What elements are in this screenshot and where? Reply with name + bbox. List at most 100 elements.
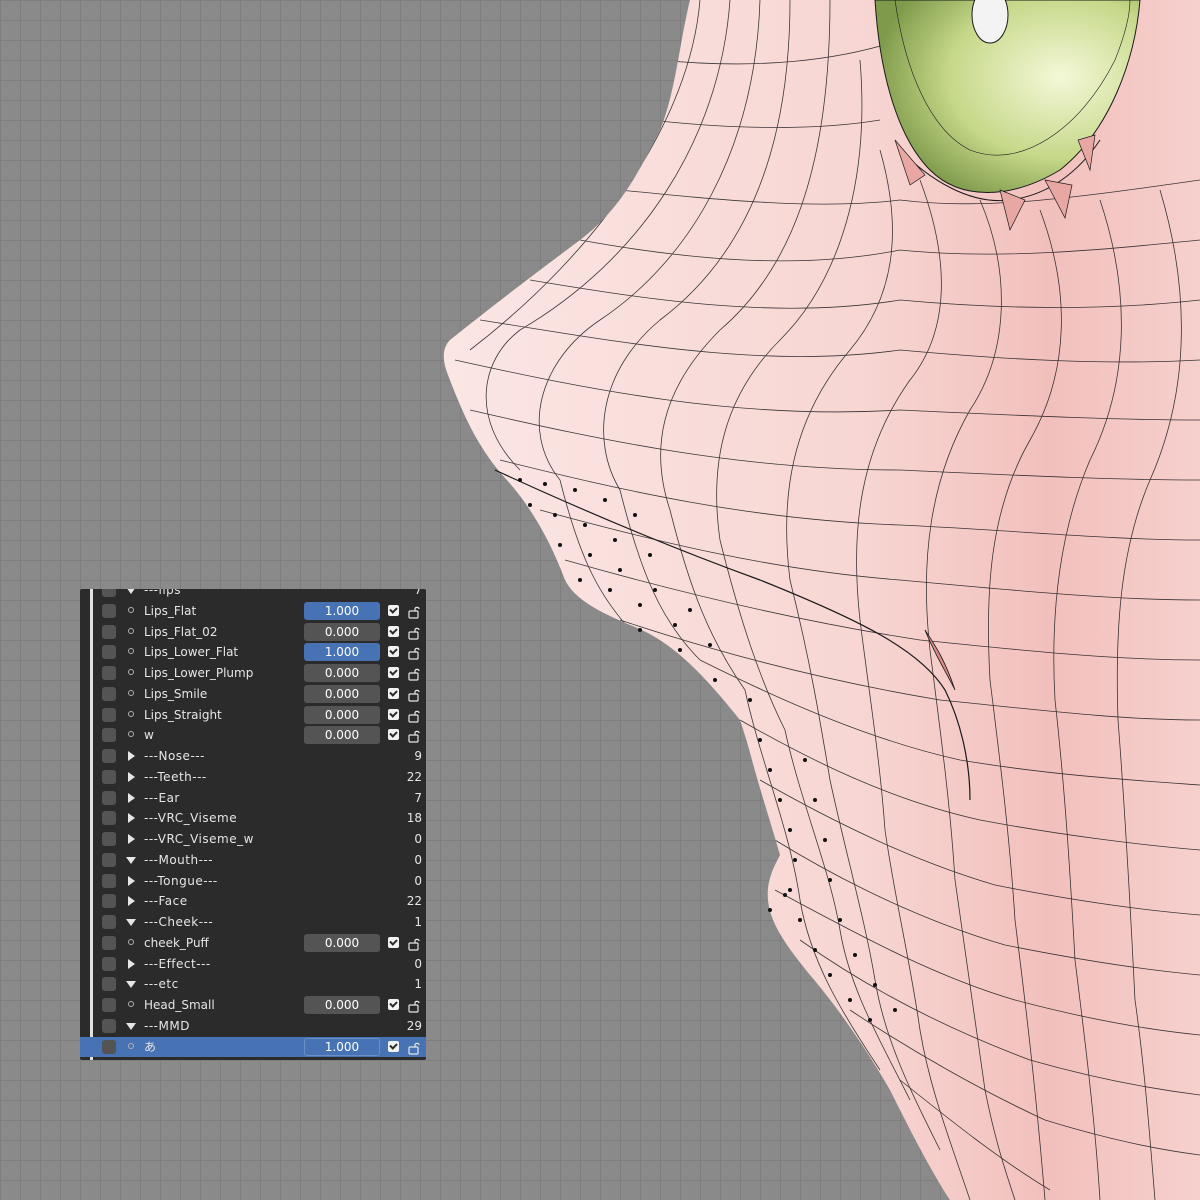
mute-checkbox[interactable] xyxy=(388,936,399,948)
group-count: 0 xyxy=(414,852,422,867)
shape-key-row[interactable]: あ 1.000 xyxy=(80,1036,426,1057)
expand-right-icon[interactable] xyxy=(128,771,135,782)
shape-key-row[interactable]: Head_Small 0.000 xyxy=(80,995,426,1015)
shape-key-group-row[interactable]: ---Tongue--- 0 xyxy=(80,871,426,891)
shape-key-group-row[interactable]: ---lips 7 xyxy=(80,589,426,600)
shape-key-group-row[interactable]: ---Face 22 xyxy=(80,891,426,911)
lock-icon[interactable] xyxy=(407,687,421,702)
shape-keys-panel: ---lips 7 Lips_Flat 1.000 Lips_Flat_02 0.000 L… xyxy=(80,589,426,1060)
value-slider[interactable]: 0.000 xyxy=(304,664,380,682)
row-select-checkbox[interactable] xyxy=(102,956,116,971)
mute-checkbox[interactable] xyxy=(388,999,399,1010)
mute-checkbox[interactable] xyxy=(388,729,399,741)
shape-key-dot-icon xyxy=(128,606,134,613)
shape-key-group-row[interactable]: ---Teeth--- 22 xyxy=(80,767,426,787)
value-slider[interactable]: 0.000 xyxy=(304,705,380,724)
lock-icon[interactable] xyxy=(407,666,421,681)
expand-right-icon[interactable] xyxy=(128,896,135,907)
lock-icon[interactable] xyxy=(407,1040,421,1055)
row-select-checkbox[interactable] xyxy=(102,769,116,784)
shape-key-row[interactable]: w 0.000 xyxy=(80,725,426,745)
row-select-checkbox[interactable] xyxy=(102,832,116,846)
shape-key-label: ---Mouth--- xyxy=(144,852,214,867)
shape-key-label: Lips_Smile xyxy=(144,686,208,701)
expand-down-icon[interactable] xyxy=(126,856,136,864)
shape-key-group-row[interactable]: ---Ear 7 xyxy=(80,788,426,808)
lock-icon[interactable] xyxy=(407,998,421,1013)
shape-key-row[interactable]: Lips_Lower_Plump 0.000 xyxy=(80,663,426,683)
mute-checkbox[interactable] xyxy=(388,1040,399,1052)
lock-icon[interactable] xyxy=(407,728,421,743)
row-select-checkbox[interactable] xyxy=(102,852,116,867)
expand-down-icon[interactable] xyxy=(126,919,136,926)
shape-key-group-row[interactable]: ---MMD 29 xyxy=(80,1016,426,1036)
lock-icon[interactable] xyxy=(407,625,421,640)
shape-key-group-row[interactable]: ---Mouth--- 0 xyxy=(80,850,426,870)
mute-checkbox[interactable] xyxy=(388,604,399,616)
lock-icon[interactable] xyxy=(407,604,421,619)
value-slider[interactable]: 0.000 xyxy=(304,684,380,703)
expand-right-icon[interactable] xyxy=(128,875,135,886)
shape-key-group-row[interactable]: ---Cheek--- 1 xyxy=(80,912,426,932)
row-select-checkbox[interactable] xyxy=(102,603,116,618)
mute-checkbox[interactable] xyxy=(388,646,399,658)
lock-icon[interactable] xyxy=(407,936,421,951)
shape-key-dot-icon xyxy=(128,1001,134,1007)
value-slider[interactable]: 0.000 xyxy=(304,933,380,952)
shape-key-row[interactable]: Lips_Straight 0.000 xyxy=(80,705,426,725)
row-select-checkbox[interactable] xyxy=(102,707,116,722)
row-select-checkbox[interactable] xyxy=(102,666,116,680)
shape-key-label: ---Ear xyxy=(144,790,180,805)
expand-down-icon[interactable] xyxy=(126,589,136,594)
row-select-checkbox[interactable] xyxy=(102,977,116,992)
expand-right-icon[interactable] xyxy=(128,792,135,803)
row-select-checkbox[interactable] xyxy=(102,915,116,929)
expand-down-icon[interactable] xyxy=(126,1022,136,1030)
row-select-checkbox[interactable] xyxy=(102,645,116,660)
value-slider[interactable]: 1.000 xyxy=(304,643,380,662)
lock-icon[interactable] xyxy=(407,645,421,660)
mute-checkbox[interactable] xyxy=(388,708,399,720)
row-select-checkbox[interactable] xyxy=(102,894,116,909)
value-slider[interactable]: 1.000 xyxy=(304,1037,380,1056)
shape-key-group-row[interactable]: ---Nose--- 9 xyxy=(80,746,426,766)
shape-key-label: Lips_Lower_Flat xyxy=(144,645,239,660)
row-select-checkbox[interactable] xyxy=(102,589,116,597)
row-select-checkbox[interactable] xyxy=(102,998,116,1012)
row-select-checkbox[interactable] xyxy=(102,935,116,950)
mute-checkbox[interactable] xyxy=(388,625,399,637)
row-select-checkbox[interactable] xyxy=(102,749,116,763)
mute-checkbox[interactable] xyxy=(388,687,399,699)
value-slider[interactable]: 0.000 xyxy=(304,622,380,641)
row-select-checkbox[interactable] xyxy=(102,686,116,701)
shape-key-group-row[interactable]: ---VRC_Viseme_w 0 xyxy=(80,829,426,849)
expand-right-icon[interactable] xyxy=(128,958,135,969)
group-count: 0 xyxy=(414,832,422,846)
shape-key-row[interactable]: Lips_Smile 0.000 xyxy=(80,684,426,704)
row-select-checkbox[interactable] xyxy=(102,790,116,805)
value-slider[interactable]: 0.000 xyxy=(304,726,380,745)
value-slider[interactable]: 0.000 xyxy=(304,996,380,1014)
shape-key-group-row[interactable]: ---Effect--- 0 xyxy=(80,954,426,974)
mute-checkbox[interactable] xyxy=(388,667,399,678)
shape-key-row[interactable]: Lips_Flat_02 0.000 xyxy=(80,622,426,642)
row-select-checkbox[interactable] xyxy=(102,811,116,826)
shape-key-row[interactable]: Lips_Flat 1.000 xyxy=(80,601,426,621)
expand-down-icon[interactable] xyxy=(126,981,136,989)
value-slider[interactable]: 1.000 xyxy=(304,601,380,620)
row-select-checkbox[interactable] xyxy=(102,728,116,743)
shape-key-group-row[interactable]: ---etc 1 xyxy=(80,974,426,994)
expand-right-icon[interactable] xyxy=(128,834,135,844)
row-select-checkbox[interactable] xyxy=(102,1039,116,1054)
row-select-checkbox[interactable] xyxy=(102,624,116,639)
expand-right-icon[interactable] xyxy=(128,813,135,824)
shape-key-label: ---Cheek--- xyxy=(144,915,214,929)
expand-right-icon[interactable] xyxy=(128,751,135,761)
row-select-checkbox[interactable] xyxy=(102,1018,116,1033)
row-select-checkbox[interactable] xyxy=(102,873,116,888)
shape-key-group-row[interactable]: ---VRC_Viseme 18 xyxy=(80,808,426,828)
shape-key-row[interactable]: cheek_Puff 0.000 xyxy=(80,933,426,953)
shape-key-row[interactable]: Lips_Lower_Flat 1.000 xyxy=(80,642,426,662)
shape-key-dot-icon xyxy=(128,710,134,717)
lock-icon[interactable] xyxy=(407,708,421,723)
